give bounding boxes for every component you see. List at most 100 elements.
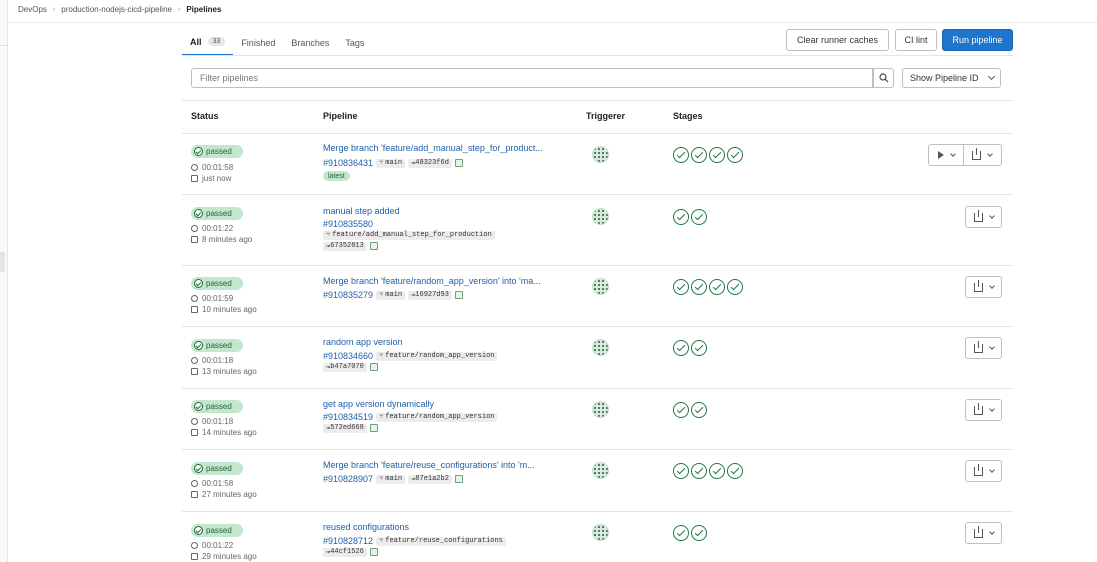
- table-row: passed 00:01:58 27 minutes ago Merge bra…: [182, 450, 1013, 512]
- stage-passed-icon[interactable]: [691, 340, 707, 356]
- download-artifacts-button[interactable]: [965, 399, 1002, 421]
- status-badge[interactable]: passed: [191, 207, 243, 220]
- commit-sha[interactable]: ⊸ 87e1a2b2: [408, 474, 452, 484]
- copy-icon[interactable]: [369, 363, 378, 371]
- chevron-down-icon[interactable]: [950, 150, 956, 157]
- tab-branches[interactable]: Branches: [283, 29, 337, 56]
- branch-ref[interactable]: ⑂ main: [376, 290, 406, 300]
- copy-icon[interactable]: [369, 548, 378, 556]
- pipeline-id-link[interactable]: #910828907: [323, 474, 373, 484]
- stage-passed-icon[interactable]: [673, 402, 689, 418]
- status-badge[interactable]: passed: [191, 339, 243, 352]
- stage-passed-icon[interactable]: [691, 209, 707, 225]
- branch-name: feature/add_manual_step_for_production: [332, 231, 492, 239]
- triggerer-avatar[interactable]: [592, 524, 609, 541]
- commit-sha[interactable]: ⊸ b47a7070: [323, 362, 367, 372]
- branch-ref[interactable]: ⑂ feature/reuse_configurations: [376, 536, 506, 546]
- filter-pipelines-input[interactable]: Filter pipelines: [191, 68, 873, 88]
- ci-lint-button[interactable]: CI lint: [895, 29, 937, 51]
- clear-runner-caches-button[interactable]: Clear runner caches: [786, 29, 889, 51]
- breadcrumb-current[interactable]: Pipelines: [186, 5, 221, 14]
- pipeline-title-link[interactable]: Merge branch 'feature/add_manual_step_fo…: [323, 143, 543, 153]
- download-icon: [974, 340, 983, 353]
- download-artifacts-button[interactable]: [965, 460, 1002, 482]
- download-artifacts-button[interactable]: [965, 337, 1002, 359]
- commit-sha[interactable]: ⊸ 67352813: [323, 241, 367, 251]
- stage-passed-icon[interactable]: [709, 147, 725, 163]
- pipeline-id-link[interactable]: #910828712: [323, 536, 373, 546]
- triggerer-avatar[interactable]: [592, 208, 609, 225]
- tab-all[interactable]: All 33: [182, 29, 234, 56]
- download-icon[interactable]: [972, 147, 981, 160]
- copy-icon[interactable]: [454, 159, 463, 167]
- stage-passed-icon[interactable]: [673, 340, 689, 356]
- pipeline-title-link[interactable]: Merge branch 'feature/reuse_configuratio…: [323, 460, 535, 470]
- status-badge[interactable]: passed: [191, 400, 243, 413]
- breadcrumb-project[interactable]: production-nodejs-cicd-pipeline: [61, 5, 172, 14]
- run-pipeline-button[interactable]: Run pipeline: [942, 29, 1013, 51]
- pipeline-title-link[interactable]: reused configurations: [323, 522, 409, 532]
- status-badge[interactable]: passed: [191, 277, 243, 290]
- finished-time: 10 minutes ago: [191, 305, 257, 314]
- triggerer-avatar[interactable]: [592, 278, 609, 295]
- stage-passed-icon[interactable]: [673, 279, 689, 295]
- pipeline-id-link[interactable]: #910835580: [323, 219, 373, 229]
- copy-icon[interactable]: [369, 424, 378, 432]
- pipeline-title-link[interactable]: get app version dynamically: [323, 399, 434, 409]
- show-pipeline-id-dropdown[interactable]: Show Pipeline ID: [902, 68, 1001, 88]
- stage-passed-icon[interactable]: [691, 147, 707, 163]
- pipeline-id-link[interactable]: #910834519: [323, 412, 373, 422]
- stage-passed-icon[interactable]: [673, 209, 689, 225]
- stage-passed-icon[interactable]: [727, 279, 743, 295]
- copy-icon[interactable]: [454, 475, 463, 483]
- download-artifacts-button[interactable]: [965, 276, 1002, 298]
- stage-passed-icon[interactable]: [673, 463, 689, 479]
- pipeline-id-link[interactable]: #910836431: [323, 158, 373, 168]
- pipeline-id-link[interactable]: #910835279: [323, 290, 373, 300]
- commit-sha[interactable]: ⊸ 48323f6d: [408, 158, 452, 168]
- branch-ref[interactable]: ⑂ main: [376, 474, 406, 484]
- stage-passed-icon[interactable]: [727, 147, 743, 163]
- download-artifacts-button[interactable]: [965, 206, 1002, 228]
- search-button[interactable]: [873, 68, 894, 88]
- status-badge[interactable]: passed: [191, 524, 243, 537]
- pipeline-title-link[interactable]: random app version: [323, 337, 403, 347]
- branch-ref[interactable]: ⑂ main: [376, 158, 406, 168]
- commit-sha[interactable]: ⊸ 572ed668: [323, 423, 367, 433]
- copy-icon[interactable]: [454, 291, 463, 299]
- breadcrumb-group[interactable]: DevOps: [18, 5, 47, 14]
- column-stages: Stages: [673, 111, 703, 121]
- tab-finished[interactable]: Finished: [233, 29, 283, 56]
- pipeline-actions: [928, 144, 1002, 166]
- chevron-down-icon[interactable]: [987, 150, 993, 157]
- stage-passed-icon[interactable]: [673, 525, 689, 541]
- play-icon[interactable]: [938, 151, 944, 159]
- sha-text: 67352813: [330, 242, 364, 250]
- status-badge[interactable]: passed: [191, 462, 243, 475]
- stage-passed-icon[interactable]: [709, 463, 725, 479]
- branch-ref[interactable]: ⑂ feature/random_app_version: [376, 351, 498, 361]
- commit-sha[interactable]: ⊸ 16927d93: [408, 290, 452, 300]
- stage-passed-icon[interactable]: [691, 279, 707, 295]
- triggerer-avatar[interactable]: [592, 146, 609, 163]
- stage-passed-icon[interactable]: [691, 525, 707, 541]
- pipeline-title-link[interactable]: Merge branch 'feature/random_app_version…: [323, 276, 541, 286]
- triggerer-avatar[interactable]: [592, 401, 609, 418]
- pipeline-title-link[interactable]: manual step added: [323, 206, 400, 216]
- branch-ref[interactable]: ⑂ feature/random_app_version: [376, 412, 498, 422]
- tab-tags[interactable]: Tags: [337, 29, 372, 56]
- stage-passed-icon[interactable]: [691, 402, 707, 418]
- status-badge[interactable]: passed: [191, 145, 243, 158]
- triggerer-avatar[interactable]: [592, 462, 609, 479]
- stage-passed-icon[interactable]: [691, 463, 707, 479]
- stage-passed-icon[interactable]: [727, 463, 743, 479]
- download-artifacts-button[interactable]: [965, 522, 1002, 544]
- commit-sha[interactable]: ⊸ 44cf1526: [323, 547, 367, 557]
- copy-icon[interactable]: [369, 242, 378, 250]
- pipeline-id-link[interactable]: #910834660: [323, 351, 373, 361]
- duration-text: 00:01:18: [202, 417, 234, 426]
- stage-passed-icon[interactable]: [709, 279, 725, 295]
- triggerer-avatar[interactable]: [592, 339, 609, 356]
- branch-ref[interactable]: ⑂ feature/add_manual_step_for_production: [323, 230, 495, 240]
- stage-passed-icon[interactable]: [673, 147, 689, 163]
